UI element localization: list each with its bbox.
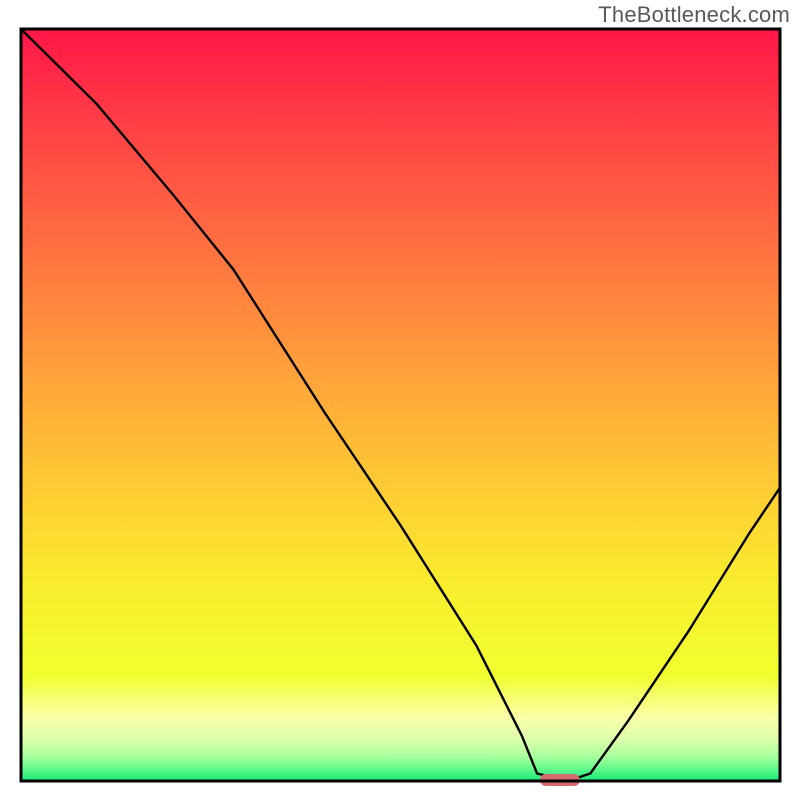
- plot-background: [21, 29, 780, 781]
- chart-container: TheBottleneck.com: [0, 0, 800, 800]
- chart-svg: [0, 0, 800, 800]
